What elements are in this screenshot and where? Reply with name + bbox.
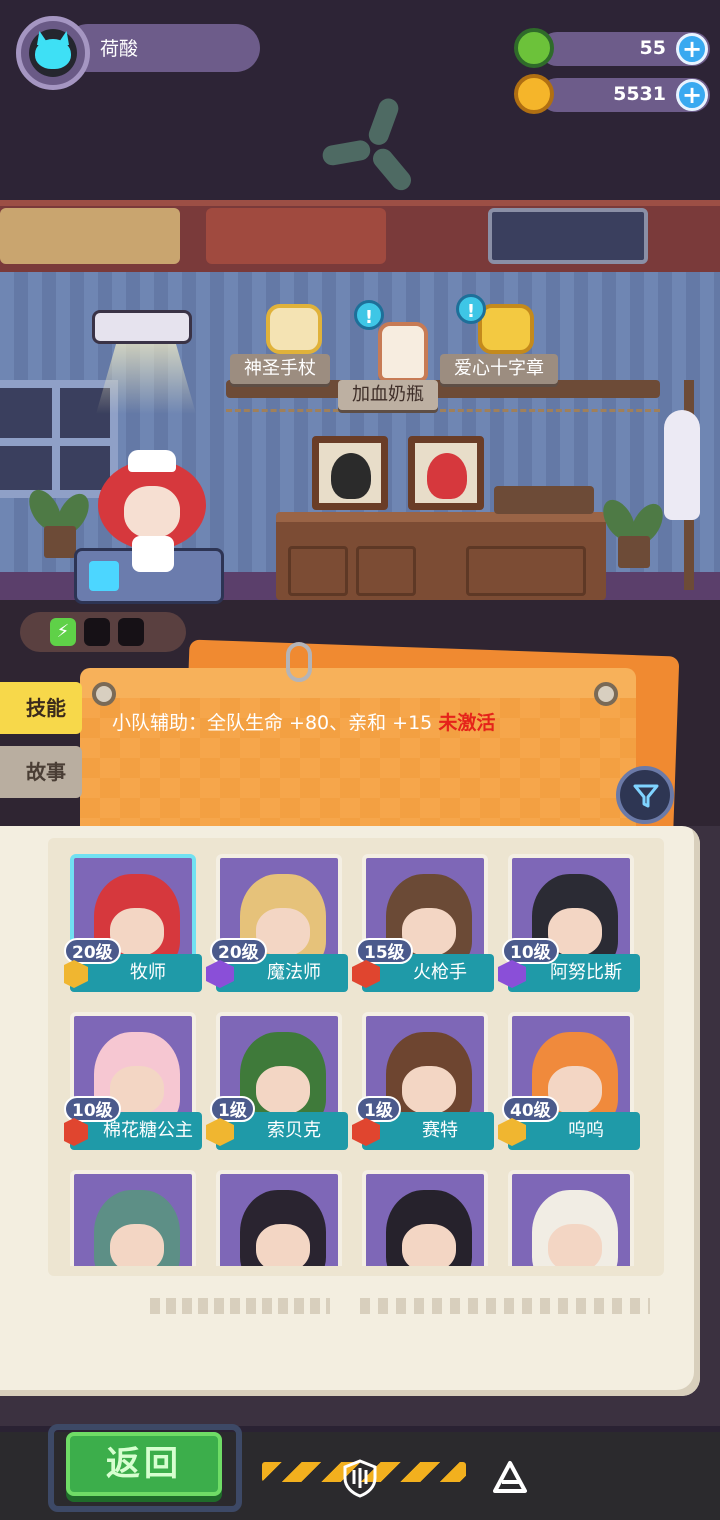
hero-level: 40级 (502, 1096, 559, 1122)
healing-bottle-icon[interactable] (378, 322, 428, 382)
toolbox (494, 486, 594, 514)
hanging-coat (664, 410, 700, 520)
currency-gold: 5531 + (540, 78, 710, 112)
holy-staff-icon[interactable] (266, 304, 322, 354)
skill-description: 小队辅助：全队生命 +80、亲和 +15 未激活 (112, 708, 495, 735)
tab-story[interactable]: 故事 (0, 746, 82, 798)
cat-avatar-icon (35, 39, 71, 69)
back-button[interactable]: 返回 (66, 1432, 222, 1496)
framed-nurse-face (427, 453, 467, 499)
photo-frame-right (408, 436, 484, 510)
hero-portrait (362, 1170, 488, 1266)
hero-level: 1级 (356, 1096, 401, 1122)
green-donut-coin-icon (514, 28, 554, 68)
ceiling-fan (320, 92, 430, 202)
projector (92, 310, 192, 344)
player-name: 荷酸 (100, 38, 139, 60)
hero-portrait (508, 1170, 634, 1266)
energy-slot-empty (118, 618, 144, 646)
desk (276, 512, 606, 600)
skill-status: 未激活 (438, 712, 496, 734)
hero-card[interactable] (210, 1166, 348, 1266)
tab-skill[interactable]: 技能 (0, 682, 82, 734)
add-gold-currency-button[interactable]: + (676, 79, 708, 111)
currency-gold-value: 5531 (613, 83, 666, 105)
info-bubble-bottle[interactable]: ! (354, 300, 384, 330)
hero-card[interactable] (64, 1166, 202, 1266)
hero-face (402, 1066, 456, 1114)
hero-card[interactable]: 索贝克 1级 (206, 1008, 348, 1154)
framed-hero-face (331, 453, 371, 499)
hero-name: 索贝克 (267, 1120, 321, 1141)
add-green-currency-button[interactable]: + (676, 33, 708, 65)
filter-funnel-icon (633, 784, 659, 808)
hero-card[interactable] (502, 1166, 640, 1266)
rivet (594, 682, 618, 706)
item-label-healing-bottle: 加血奶瓶 (338, 380, 438, 410)
item-label-holy-staff: 神圣手杖 (230, 354, 330, 384)
energy-bolt-icon: ⚡ (50, 618, 76, 646)
shield-icon[interactable] (340, 1458, 380, 1498)
hero-card[interactable]: 牧师 20级 (64, 850, 202, 996)
player-name-pill[interactable] (64, 24, 260, 72)
desk-drawer (466, 546, 586, 596)
item-label-heart-cross: 爱心十字章 (440, 354, 558, 384)
filter-button[interactable] (616, 766, 674, 824)
hero-grid: 牧师 20级 魔法师 20级 火枪手 15级 阿努比斯 10级 棉花糖公主 10级 索贝克 1级 赛特 1… (64, 850, 656, 1266)
energy-slot-empty (84, 618, 110, 646)
hero-card[interactable]: 火枪手 15级 (352, 850, 494, 996)
heart-cross-badge-icon[interactable] (478, 304, 534, 354)
control-box (206, 208, 386, 264)
triangle-rune-icon[interactable] (490, 1458, 530, 1498)
energy-panel: ⚡ (20, 612, 186, 652)
hero-card[interactable]: 棉花糖公主 10级 (64, 1008, 202, 1154)
hero-face (402, 1224, 456, 1266)
currency-green: 55 + (540, 32, 710, 66)
photo-frame-left (312, 436, 388, 510)
paper-clip (286, 642, 312, 682)
avatar[interactable] (16, 16, 90, 90)
hero-face (110, 1224, 164, 1266)
rivet (92, 682, 116, 706)
hero-level: 1级 (210, 1096, 255, 1122)
hero-level: 20级 (64, 938, 121, 964)
game-screen: ! ! 神圣手杖 加血奶瓶 爱心十字章 ⚡ 荷酸 55 + 5531 + 小队辅… (0, 0, 720, 1520)
hero-card[interactable]: 赛特 1级 (352, 1008, 494, 1154)
nurse-hero-sprite[interactable] (98, 450, 206, 572)
skill-effect-text: 小队辅助：全队生命 +80、亲和 +15 (112, 712, 433, 734)
book-scribble (150, 1298, 330, 1314)
shelf-rope (226, 398, 660, 412)
hero-level: 20级 (210, 938, 267, 964)
hero-portrait (70, 1170, 196, 1266)
info-bubble-badge[interactable]: ! (456, 294, 486, 324)
desk-drawer (288, 546, 348, 596)
hero-face (256, 1224, 310, 1266)
hero-level: 10级 (502, 938, 559, 964)
hero-card[interactable]: 魔法师 20级 (206, 850, 348, 996)
hero-card[interactable]: 阿努比斯 10级 (498, 850, 640, 996)
vent-box (0, 208, 180, 264)
potted-plant-right (596, 494, 670, 568)
desk-drawer (356, 546, 416, 596)
hero-card[interactable]: 呜呜 40级 (498, 1008, 640, 1154)
hero-face (548, 1224, 602, 1266)
gold-planet-coin-icon (514, 74, 554, 114)
hero-portrait (216, 1170, 342, 1266)
hero-card[interactable] (356, 1166, 494, 1266)
ghost-monitor (488, 208, 648, 264)
currency-green-value: 55 (639, 37, 666, 59)
hero-name: 赛特 (422, 1120, 458, 1141)
skill-card (80, 668, 636, 838)
book-scribble (360, 1298, 650, 1314)
hero-face (256, 1066, 310, 1114)
hero-level: 10级 (64, 1096, 121, 1122)
hero-level: 15级 (356, 938, 413, 964)
